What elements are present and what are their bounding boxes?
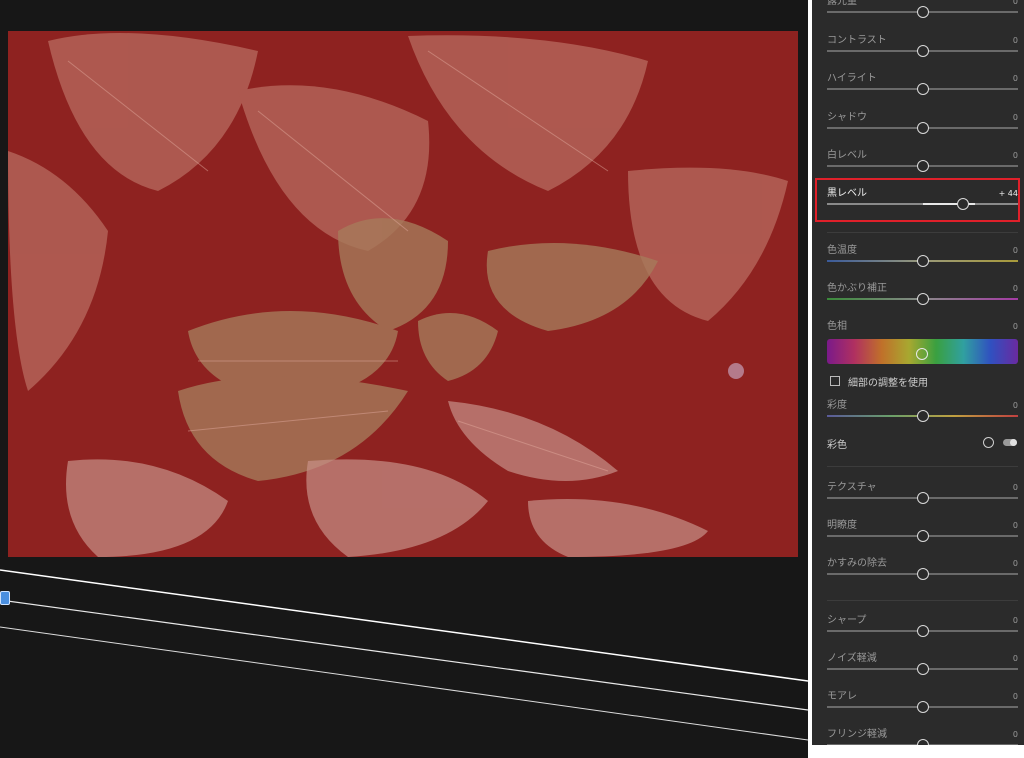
hue-knob[interactable] bbox=[916, 348, 928, 360]
slider-label: ハイライト bbox=[827, 73, 877, 84]
editor-canvas-area bbox=[0, 0, 808, 758]
tone-curve-lines[interactable] bbox=[0, 558, 808, 758]
slider-label: シャープ bbox=[827, 615, 867, 626]
slider-knob[interactable] bbox=[917, 625, 929, 637]
slider-value: 0 bbox=[1012, 36, 1018, 45]
section-divider bbox=[827, 466, 1018, 467]
color-toggle-icon[interactable] bbox=[1003, 439, 1017, 446]
slider-knob[interactable] bbox=[917, 410, 929, 422]
slider-label: かすみの除去 bbox=[827, 558, 887, 569]
slider-knob[interactable] bbox=[917, 255, 929, 267]
slider-label: シャドウ bbox=[827, 112, 867, 123]
slider-value: 0 bbox=[1012, 246, 1018, 255]
section-divider bbox=[827, 232, 1018, 233]
slider-value: 0 bbox=[1012, 401, 1018, 410]
slider-label: 白レベル bbox=[827, 150, 867, 161]
fine-adjust-checkbox[interactable] bbox=[830, 376, 840, 386]
slider-label: モアレ bbox=[827, 691, 857, 702]
slider-label: コントラスト bbox=[827, 35, 887, 46]
slider-knob[interactable] bbox=[917, 663, 929, 675]
color-grading-label: 彩色 bbox=[827, 440, 847, 451]
slider-value: 0 bbox=[1012, 483, 1018, 492]
slider-value: 0 bbox=[1012, 654, 1018, 663]
slider-knob[interactable] bbox=[917, 45, 929, 57]
slider-value: 0 bbox=[1012, 74, 1018, 83]
fine-adjust-label: 細部の調整を使用 bbox=[848, 378, 928, 389]
slider-value: 0 bbox=[1012, 284, 1018, 293]
slider-knob[interactable] bbox=[917, 492, 929, 504]
slider-label: 色相 bbox=[827, 321, 847, 332]
slider-value: 0 bbox=[1012, 151, 1018, 160]
slider-knob[interactable] bbox=[917, 122, 929, 134]
curve-point-handle[interactable] bbox=[0, 591, 10, 605]
slider-label: テクスチャ bbox=[827, 482, 877, 493]
slider-knob[interactable] bbox=[917, 83, 929, 95]
slider-knob[interactable] bbox=[917, 293, 929, 305]
slider-value: 0 bbox=[1012, 559, 1018, 568]
slider-value: 0 bbox=[1012, 0, 1018, 6]
slider-value: 0 bbox=[1012, 730, 1018, 739]
highlight-annotation-box bbox=[815, 178, 1020, 222]
slider-value: 0 bbox=[1012, 692, 1018, 701]
slider-knob[interactable] bbox=[917, 739, 929, 745]
slider-knob[interactable] bbox=[917, 568, 929, 580]
slider-knob[interactable] bbox=[917, 160, 929, 172]
slider-value: 0 bbox=[1012, 113, 1018, 122]
slider-label: 露光量 bbox=[827, 0, 857, 7]
slider-label: ノイズ軽減 bbox=[827, 653, 877, 664]
section-divider bbox=[827, 600, 1018, 601]
slider-value: 0 bbox=[1012, 322, 1018, 331]
slider-knob[interactable] bbox=[917, 530, 929, 542]
slider-value: 0 bbox=[1012, 616, 1018, 625]
slider-knob[interactable] bbox=[917, 701, 929, 713]
adjustment-panel: 露光量 0 コントラスト 0 ハイライト 0 シャドウ 0 白レベル 0 黒レベ… bbox=[812, 0, 1024, 745]
slider-knob[interactable] bbox=[917, 6, 929, 18]
slider-label: フリンジ軽減 bbox=[827, 729, 887, 740]
slider-label: 彩度 bbox=[827, 400, 847, 411]
slider-value: 0 bbox=[1012, 521, 1018, 530]
photo-preview bbox=[8, 31, 798, 557]
slider-label: 色温度 bbox=[827, 245, 857, 256]
slider-label: 明瞭度 bbox=[827, 520, 857, 531]
color-circle-icon[interactable] bbox=[983, 437, 994, 448]
slider-label: 色かぶり補正 bbox=[827, 283, 887, 294]
